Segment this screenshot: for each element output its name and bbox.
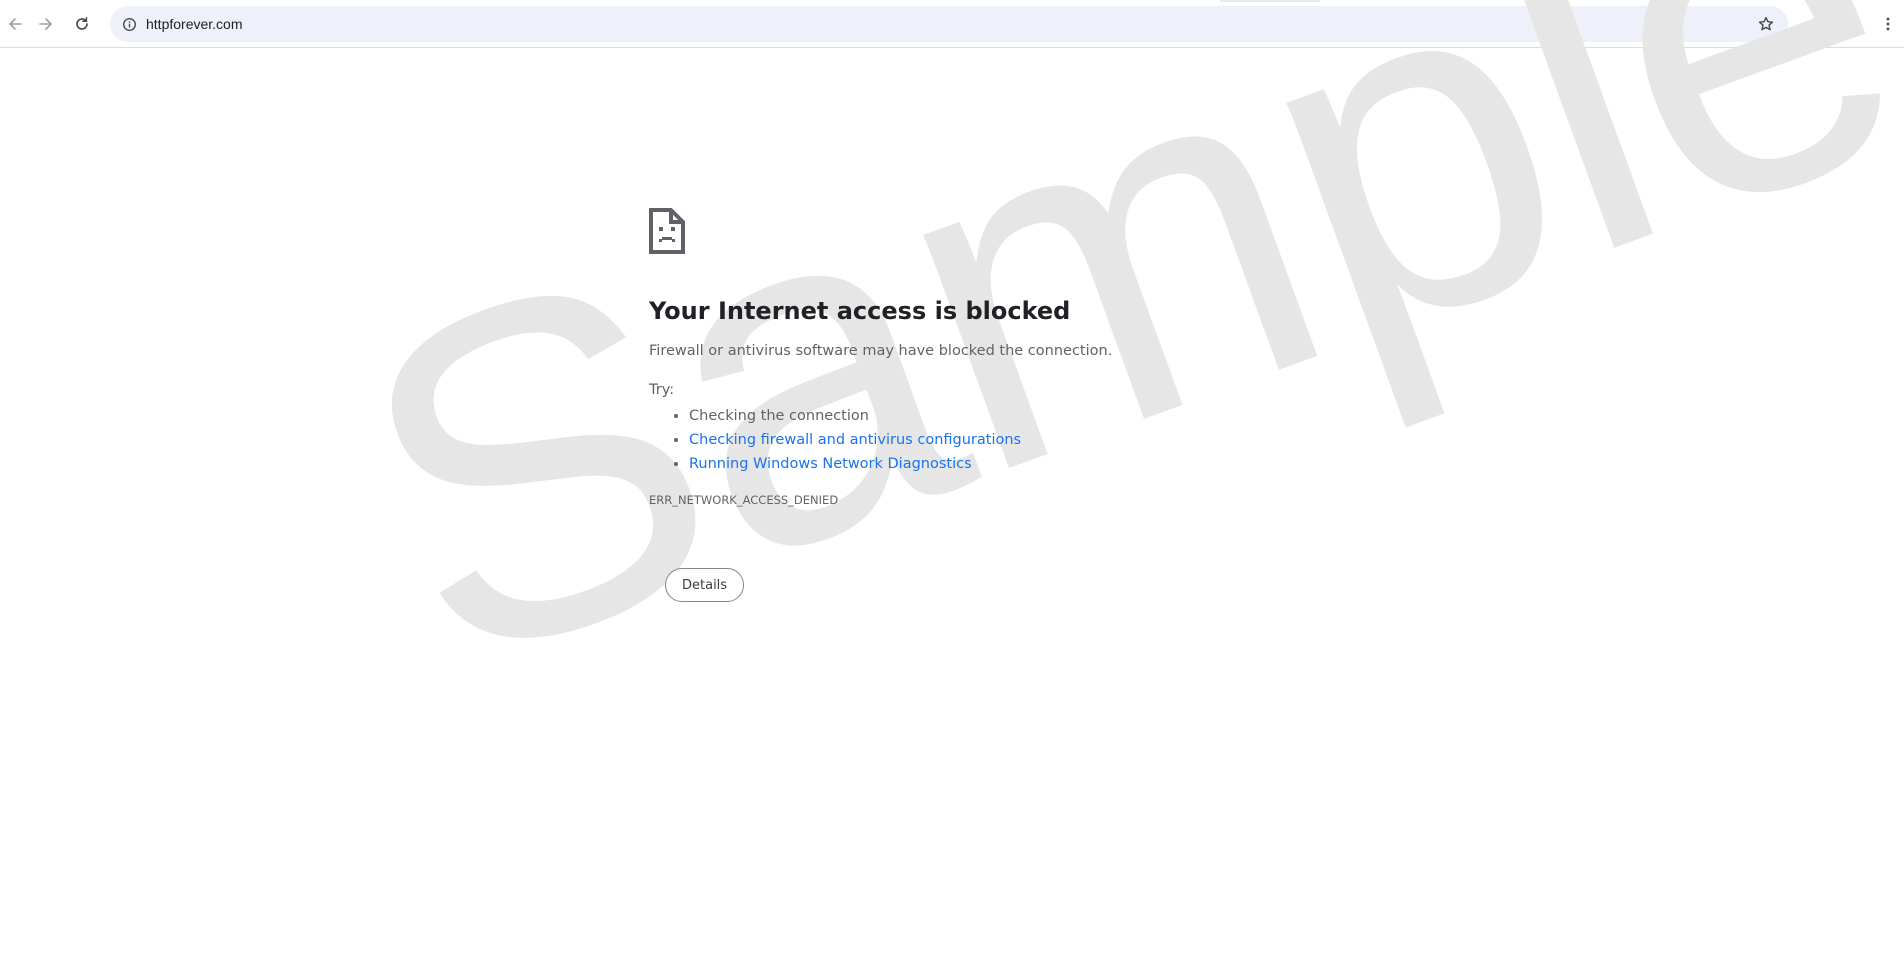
profile-avatar-icon (1839, 13, 1861, 35)
reload-icon (76, 17, 88, 30)
arrow-forward-icon (39, 18, 52, 30)
bookmark-button[interactable] (1752, 10, 1780, 38)
error-description: Firewall or antivirus software may have … (649, 343, 1113, 359)
details-button[interactable]: Details (665, 568, 745, 602)
arrow-back-icon (9, 18, 22, 30)
loading-indicator (1220, 0, 1320, 2)
suggestion-diagnostics-link[interactable]: Running Windows Network Diagnostics (689, 456, 972, 472)
avatar[interactable] (1839, 13, 1861, 35)
more-vert-icon (1886, 17, 1890, 31)
suggestions-list: Checking the connection Checking firewal… (649, 404, 1269, 476)
suggestion-firewall-link[interactable]: Checking firewall and antivirus configur… (689, 432, 1021, 448)
browser-toolbar: httpforever.com (0, 0, 1904, 48)
url-text[interactable]: httpforever.com (146, 15, 243, 33)
suggestion-item: Running Windows Network Diagnostics (689, 452, 1269, 476)
suggestion-item: Checking firewall and antivirus configur… (689, 428, 1269, 452)
try-label: Try: (649, 382, 675, 398)
forward-button[interactable] (31, 9, 61, 39)
download-icon (1808, 17, 1822, 31)
error-code: ERR_NETWORK_ACCESS_DENIED (649, 493, 839, 507)
downloads-button[interactable] (1800, 9, 1830, 39)
error-title: Your Internet access is blocked (649, 297, 1071, 325)
suggestion-check-connection: Checking the connection (689, 408, 869, 424)
sad-page-icon (649, 208, 685, 254)
error-page: Your Internet access is blocked Firewall… (649, 208, 1269, 602)
address-bar[interactable]: httpforever.com (110, 6, 1788, 42)
star-icon (1758, 16, 1774, 31)
info-icon (122, 17, 136, 31)
back-button[interactable] (0, 9, 30, 39)
reload-button[interactable] (67, 9, 97, 39)
browser-menu-button[interactable] (1873, 9, 1903, 39)
suggestion-item: Checking the connection (689, 404, 1269, 428)
site-info-button[interactable] (116, 11, 142, 37)
